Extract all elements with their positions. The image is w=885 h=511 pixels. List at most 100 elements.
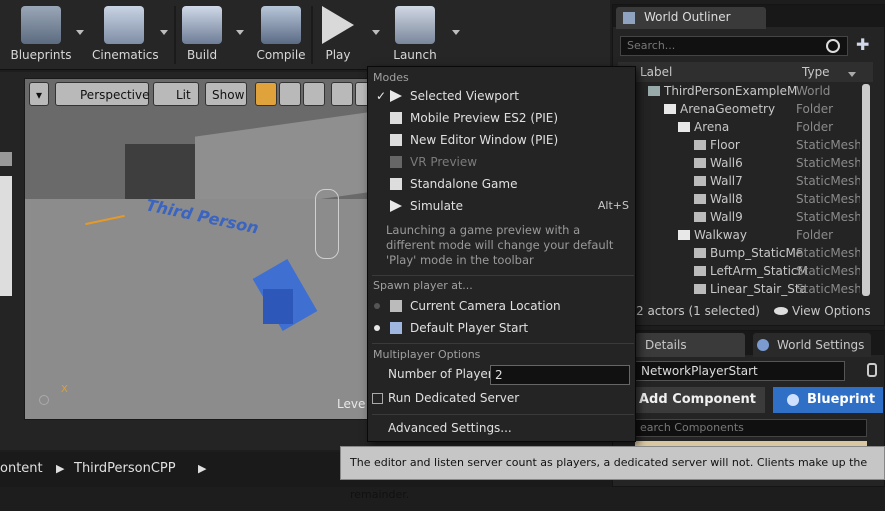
static-mesh-icon [694,212,706,222]
compile-button[interactable]: Compile [256,6,306,66]
check-icon: ✓ [376,89,387,103]
breadcrumb-content[interactable]: ontent [0,458,43,480]
column-label[interactable]: Label [640,63,672,81]
menu-divider [372,275,634,276]
compile-icon [261,6,301,44]
outliner-row[interactable]: ArenaGeometry Folder [624,100,860,118]
advanced-settings-item[interactable]: Advanced Settings... [388,419,512,437]
outliner-row[interactable]: Walkway Folder [624,226,860,244]
actor-count: 2 actors (1 selected) [636,304,760,318]
window-play-icon [390,134,402,146]
play-dropdown-icon[interactable] [372,30,380,35]
breadcrumb-thirdpersoncpp[interactable]: ThirdPersonCPP [74,458,176,480]
menu-item-simulate[interactable]: Simulate Alt+S [372,195,634,217]
scene-blue-block [263,289,293,324]
menu-item-standalone-game[interactable]: Standalone Game [372,173,634,195]
menu-divider [372,343,634,344]
play-mode-note: Launching a game preview with a differen… [386,223,614,267]
column-type[interactable]: Type [802,63,830,81]
outliner-row[interactable]: Linear_Stair_StaStaticMeshA [624,280,860,298]
blueprints-dropdown-icon[interactable] [76,30,84,35]
toolbar-divider [311,6,313,64]
menu-item-vr-preview[interactable]: VR Preview [372,151,634,173]
build-dropdown-icon[interactable] [236,30,244,35]
player-start-icon [390,322,402,334]
build-button[interactable]: Build [182,6,222,66]
left-panel-search-icon[interactable] [0,152,12,166]
level-viewport[interactable]: Third Person X Leve ▾ Perspective Lit Sh… [24,78,374,420]
folder-icon [678,230,690,240]
rotate-tool-icon[interactable] [279,82,301,106]
outliner-row[interactable]: Bump_StaticMeStaticMeshA [624,244,860,262]
menu-item-mobile-preview[interactable]: Mobile Preview ES2 (PIE) [372,107,634,129]
static-mesh-icon [694,248,706,258]
play-icon [390,90,402,102]
launch-icon [395,6,435,44]
static-mesh-icon [694,284,706,294]
blueprints-button[interactable]: Blueprints [10,6,72,66]
menu-item-selected-viewport[interactable]: ✓ Selected Viewport [372,85,634,107]
simulate-icon [390,200,402,212]
globe-icon [757,339,769,351]
left-panel-scrollbar[interactable] [0,176,12,296]
add-component-button[interactable]: Add Component [635,387,765,413]
eye-icon [774,307,788,315]
actor-name-field[interactable]: NetworkPlayerStart [635,361,845,381]
outliner-search-input[interactable]: Search... [620,36,848,56]
outliner-row[interactable]: Arena Folder [624,118,860,136]
static-mesh-icon [694,194,706,204]
tab-world-outliner[interactable]: World Outliner [616,7,766,29]
lit-button[interactable]: Lit [153,82,199,106]
player-start-actor[interactable] [315,189,339,259]
breadcrumb-chevron-icon: ▶ [198,462,207,475]
radio-selected-icon [374,325,380,331]
vr-icon [390,156,402,168]
show-button[interactable]: Show [205,82,247,106]
menu-item-current-camera[interactable]: Current Camera Location [372,295,634,317]
play-icon [322,6,354,44]
menu-item-default-player-start[interactable]: Default Player Start [372,317,634,339]
cinematics-dropdown-icon[interactable] [160,30,168,35]
number-of-players-input[interactable]: 2 [490,365,630,385]
outliner-row[interactable]: Wall6StaticMeshA [624,154,860,172]
translate-tool-icon[interactable] [255,82,277,106]
scene-block [125,144,195,204]
static-mesh-icon [694,176,706,186]
world-space-icon[interactable] [331,82,353,106]
menu-item-new-editor-window[interactable]: New Editor Window (PIE) [372,129,634,151]
dedicated-server-checkbox[interactable] [372,393,383,404]
spawn-header: Spawn player at... [373,279,473,292]
add-actor-icon[interactable]: ✚ [856,36,874,54]
launch-dropdown-icon[interactable] [452,30,460,35]
viewport-options-button[interactable]: ▾ [29,82,49,106]
gizmo-icon [39,395,49,405]
perspective-button[interactable]: Perspective [55,82,150,106]
number-of-players-label: Number of Players [388,367,499,381]
outliner-row[interactable]: ThirdPersonExampleM World [624,82,860,100]
main-toolbar: Blueprints Cinematics Build Compile Play… [0,0,610,70]
mobile-icon [390,112,402,124]
outliner-row[interactable]: LeftArm_StaticMStaticMeshA [624,262,860,280]
outliner-row[interactable]: Wall7StaticMeshA [624,172,860,190]
tab-details[interactable]: Details [635,333,745,357]
outliner-row[interactable]: FloorStaticMeshA [624,136,860,154]
outliner-row[interactable]: Wall9StaticMeshA [624,208,860,226]
dedicated-server-label: Run Dedicated Server [388,391,520,405]
outliner-row[interactable]: Wall8StaticMeshA [624,190,860,208]
outliner-scrollbar[interactable] [862,84,870,296]
number-of-players-tooltip: The editor and listen server count as pl… [340,446,885,501]
cinematics-button[interactable]: Cinematics [92,6,159,66]
build-icon [182,6,222,44]
blueprints-icon [21,6,61,44]
lock-icon[interactable] [867,363,877,377]
play-button[interactable]: Play [318,6,358,66]
level-label: Leve [337,397,366,411]
launch-button[interactable]: Launch [392,6,438,66]
tab-world-settings[interactable]: World Settings [753,333,871,357]
blueprint-icon [787,394,799,406]
camera-icon [390,300,402,312]
sort-chevron-icon[interactable] [848,72,856,77]
search-components-input[interactable]: earch Components [635,419,867,437]
scale-tool-icon[interactable] [303,82,325,106]
view-options-button[interactable]: View Options [792,302,871,320]
